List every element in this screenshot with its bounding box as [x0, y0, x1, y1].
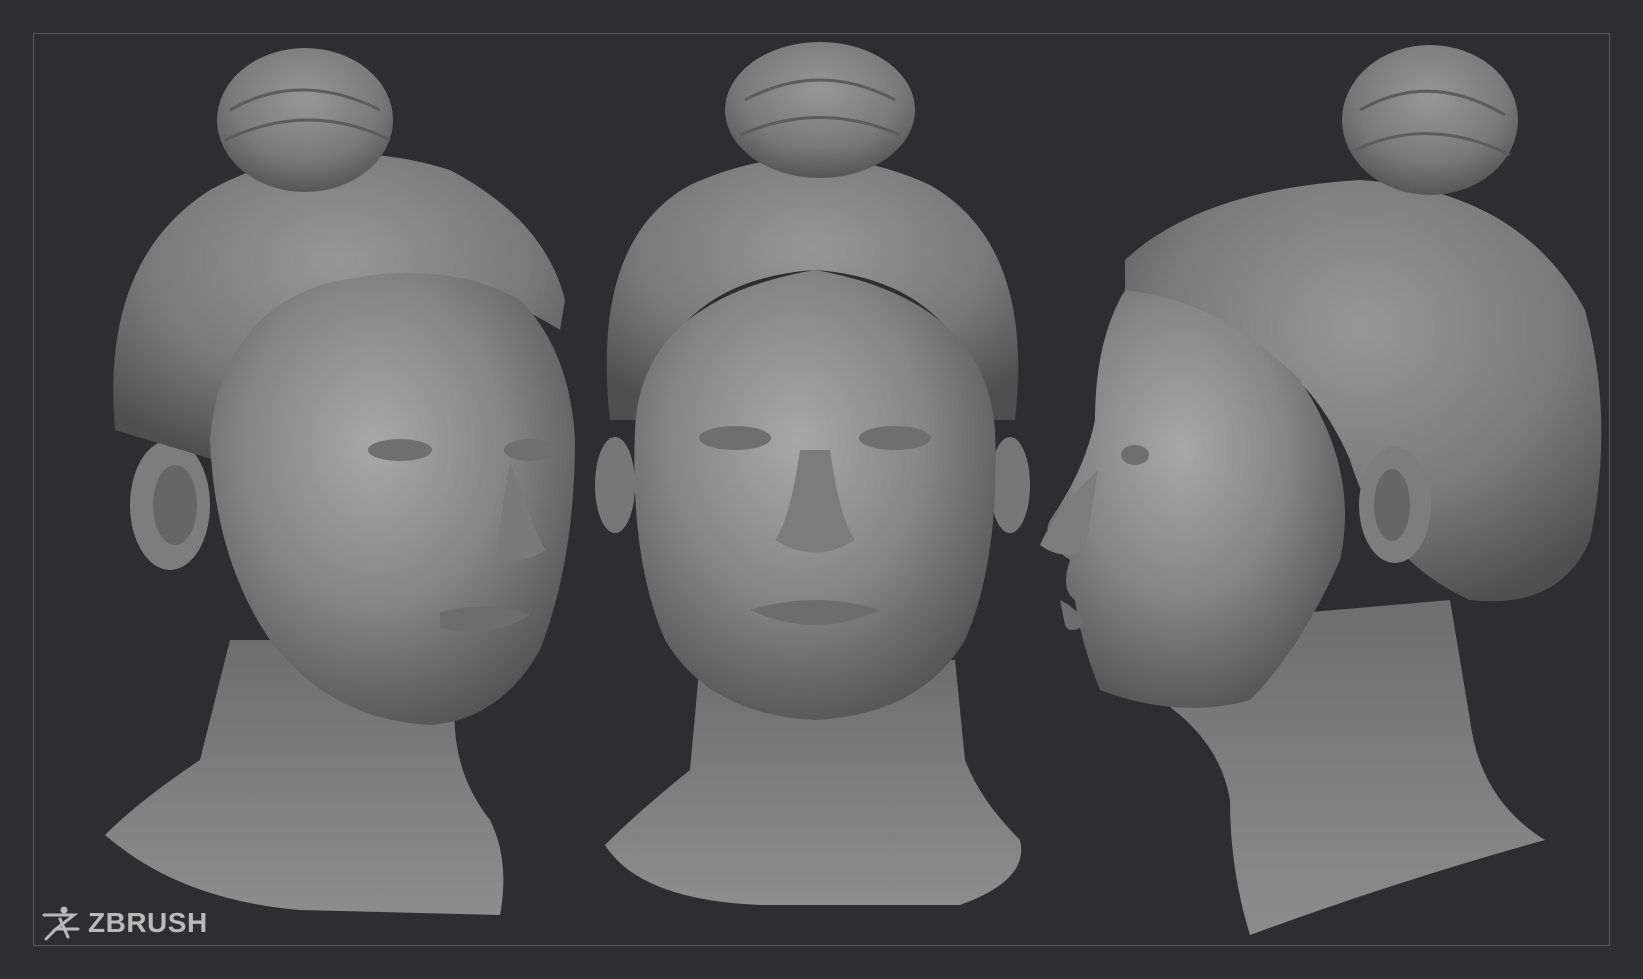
head-front — [595, 42, 1030, 905]
eye-left — [368, 439, 432, 461]
hair-bun — [725, 42, 915, 178]
logo-text: ZBRUSH — [88, 907, 208, 938]
eye-right — [504, 439, 556, 461]
head-profile — [1040, 45, 1602, 935]
turntable-render: ZBRUSH — [0, 0, 1643, 979]
eye-right — [859, 426, 931, 450]
hair-bun — [1342, 45, 1518, 195]
head-three-quarter — [105, 48, 575, 915]
ear — [595, 437, 635, 533]
zbrush-figure-icon — [42, 906, 80, 941]
sculpt-render — [105, 42, 1602, 935]
zbrush-logo: ZBRUSH — [38, 905, 208, 941]
ear — [990, 437, 1030, 533]
eye — [1121, 445, 1149, 465]
eye-left — [699, 426, 771, 450]
